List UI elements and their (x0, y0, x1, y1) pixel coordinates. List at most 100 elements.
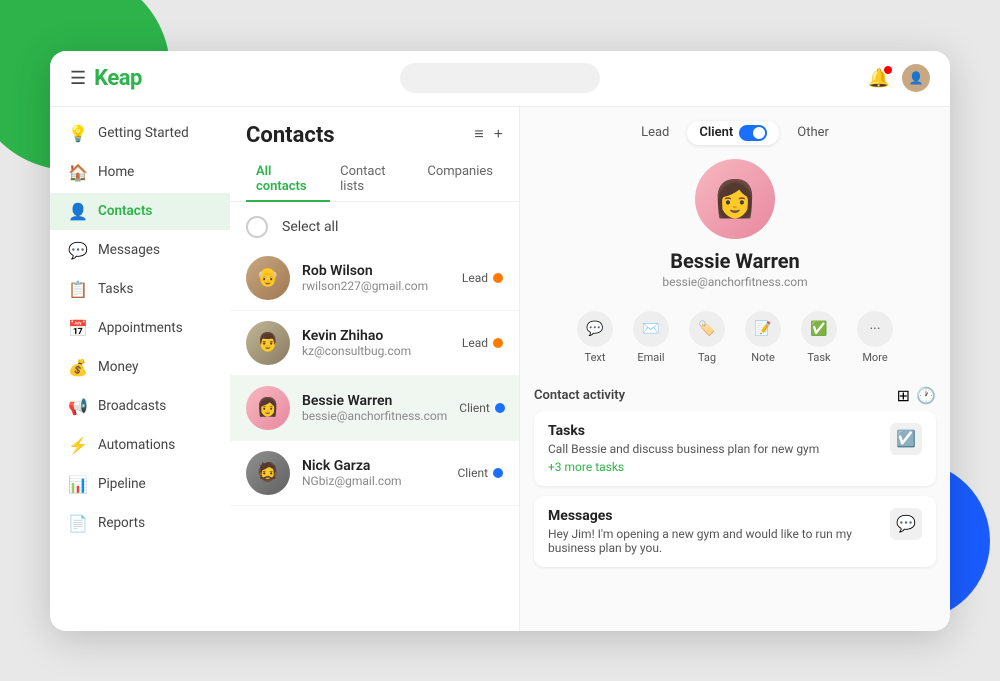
action-label: Text (585, 351, 606, 364)
search-input[interactable] (400, 63, 600, 93)
contacts-title: Contacts (246, 123, 335, 148)
action-text[interactable]: 💬 Text (577, 311, 613, 364)
badge-label: Lead (462, 271, 488, 285)
sidebar-item-label: Messages (98, 242, 160, 258)
tab-contact-lists[interactable]: Contact lists (330, 158, 417, 202)
action-tag[interactable]: 🏷️ Tag (689, 311, 725, 364)
search-wrap: 🔍 (400, 63, 600, 93)
contact-info-nick-garza: Nick Garza NGbiz@gmail.com (302, 458, 445, 488)
sidebar-item-money[interactable]: 💰 Money (50, 349, 230, 386)
toggle-client-label: Client (699, 125, 733, 140)
contacts-panel: Contacts ≡ + All contacts Contact lists … (230, 107, 520, 631)
sidebar-item-label: Money (98, 359, 138, 375)
messages-card-title: Messages (548, 508, 890, 524)
profile-name: Bessie Warren (670, 249, 800, 273)
toggle-switch[interactable] (739, 125, 767, 141)
toggle-other-label: Other (797, 125, 829, 140)
notification-icon[interactable]: 🔔 (868, 68, 890, 89)
action-note[interactable]: 📝 Note (745, 311, 781, 364)
contact-email: NGbiz@gmail.com (302, 474, 445, 488)
contact-item-kevin-zhihao[interactable]: 👨 Kevin Zhihao kz@consultbug.com Lead (230, 311, 519, 376)
grid-view-icon[interactable]: ⊞ (897, 386, 910, 405)
contacts-tabs: All contacts Contact lists Companies (230, 148, 519, 202)
contact-item-rob-wilson[interactable]: 👴 Rob Wilson rwilson227@gmail.com Lead (230, 246, 519, 311)
sidebar-item-contacts[interactable]: 👤 Contacts (50, 193, 230, 230)
clock-icon[interactable]: 🕐 (916, 386, 936, 405)
messages-card-icon: 💬 (890, 508, 922, 540)
add-contact-button[interactable]: + (494, 126, 503, 144)
contact-name: Rob Wilson (302, 263, 450, 279)
contact-badge-rob: Lead (462, 271, 503, 285)
tab-companies[interactable]: Companies (417, 158, 503, 202)
contact-item-bessie-warren[interactable]: 👩 Bessie Warren bessie@anchorfitness.com… (230, 376, 519, 441)
content-area: 💡 Getting Started 🏠 Home 👤 Contacts 💬 Me… (50, 107, 950, 631)
more-icon: ··· (857, 311, 893, 347)
tasks-activity-card: Tasks Call Bessie and discuss business p… (534, 411, 936, 486)
sidebar-item-label: Automations (98, 437, 175, 453)
filter-button[interactable]: ≡ (474, 126, 483, 144)
contact-name: Bessie Warren (302, 393, 447, 409)
sidebar-item-reports[interactable]: 📄 Reports (50, 505, 230, 542)
money-icon: 💰 (68, 358, 88, 377)
action-task[interactable]: ✅ Task (801, 311, 837, 364)
activity-title: Contact activity (534, 388, 625, 403)
action-label: Tag (698, 351, 716, 364)
messages-icon: 💬 (68, 241, 88, 260)
note-icon: 📝 (745, 311, 781, 347)
contacts-header: Contacts ≡ + (230, 107, 519, 148)
topbar: ☰ Keap 🔍 🔔 👤 (50, 51, 950, 107)
type-toggle: Lead Client Other (520, 107, 950, 145)
sidebar-item-tasks[interactable]: 📋 Tasks (50, 271, 230, 308)
contact-item-nick-garza[interactable]: 🧔 Nick Garza NGbiz@gmail.com Client (230, 441, 519, 506)
action-label: Note (751, 351, 775, 364)
action-more[interactable]: ··· More (857, 311, 893, 364)
contact-email: rwilson227@gmail.com (302, 279, 450, 293)
action-label: Email (637, 351, 664, 364)
select-all-row: Select all (230, 202, 519, 246)
sidebar-item-broadcasts[interactable]: 📢 Broadcasts (50, 388, 230, 425)
tab-all-contacts[interactable]: All contacts (246, 158, 330, 202)
badge-dot-orange (493, 338, 503, 348)
email-icon: ✉️ (633, 311, 669, 347)
contact-list: 👴 Rob Wilson rwilson227@gmail.com Lead 👨… (230, 246, 519, 631)
action-label: More (862, 351, 887, 364)
contact-badge-nick: Client (457, 466, 503, 480)
sidebar-item-label: Contacts (98, 203, 152, 219)
contact-info-bessie-warren: Bessie Warren bessie@anchorfitness.com (302, 393, 447, 423)
sidebar-item-label: Tasks (98, 281, 133, 297)
sidebar-item-label: Home (98, 164, 134, 180)
badge-label: Client (457, 466, 488, 480)
contacts-header-actions: ≡ + (474, 126, 503, 144)
toggle-lead-label: Lead (641, 125, 669, 140)
logo: Keap (94, 66, 142, 91)
toggle-client[interactable]: Client (687, 121, 779, 145)
sidebar-item-getting-started[interactable]: 💡 Getting Started (50, 115, 230, 152)
hamburger-icon[interactable]: ☰ (70, 68, 86, 89)
sidebar-item-appointments[interactable]: 📅 Appointments (50, 310, 230, 347)
select-all-checkbox[interactable] (246, 216, 268, 238)
tasks-card-desc: Call Bessie and discuss business plan fo… (548, 442, 890, 456)
tasks-icon: 📋 (68, 280, 88, 299)
sidebar: 💡 Getting Started 🏠 Home 👤 Contacts 💬 Me… (50, 107, 230, 631)
topbar-center: 🔍 (270, 63, 730, 93)
sidebar-item-automations[interactable]: ⚡ Automations (50, 427, 230, 464)
sidebar-item-messages[interactable]: 💬 Messages (50, 232, 230, 269)
profile-section: 👩 Bessie Warren bessie@anchorfitness.com (520, 145, 950, 299)
sidebar-item-pipeline[interactable]: 📊 Pipeline (50, 466, 230, 503)
toggle-other[interactable]: Other (785, 121, 841, 144)
detail-panel: Lead Client Other 👩 Bessie Warren bessie… (520, 107, 950, 631)
badge-label: Lead (462, 336, 488, 350)
sidebar-item-label: Reports (98, 515, 145, 531)
contact-email: kz@consultbug.com (302, 344, 450, 358)
broadcasts-icon: 📢 (68, 397, 88, 416)
tasks-card-title: Tasks (548, 423, 890, 439)
action-email[interactable]: ✉️ Email (633, 311, 669, 364)
user-avatar[interactable]: 👤 (902, 64, 930, 92)
tasks-card-link[interactable]: +3 more tasks (548, 460, 890, 474)
toggle-lead[interactable]: Lead (629, 121, 681, 144)
contact-name: Kevin Zhihao (302, 328, 450, 344)
appointments-icon: 📅 (68, 319, 88, 338)
tasks-card-icon: ☑️ (890, 423, 922, 455)
sidebar-item-home[interactable]: 🏠 Home (50, 154, 230, 191)
profile-avatar: 👩 (695, 159, 775, 239)
